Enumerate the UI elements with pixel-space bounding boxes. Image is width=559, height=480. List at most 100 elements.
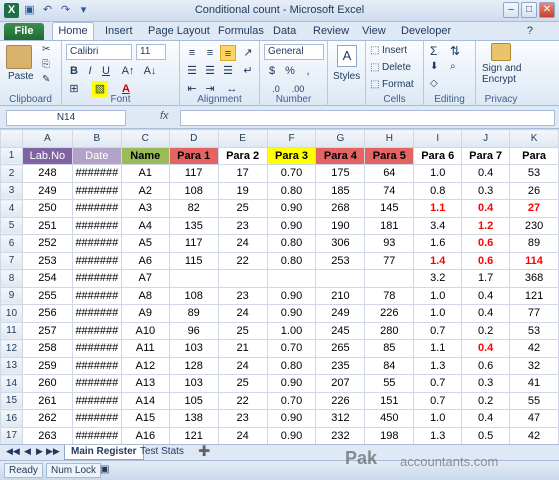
- cell[interactable]: 260: [21, 374, 73, 393]
- cell[interactable]: 0.90: [266, 216, 317, 235]
- cell[interactable]: [364, 269, 415, 288]
- cell[interactable]: A3: [120, 199, 170, 218]
- cell[interactable]: #######: [71, 356, 122, 375]
- cell[interactable]: 17: [217, 164, 268, 183]
- align-center-icon[interactable]: ☰: [202, 63, 218, 79]
- cell[interactable]: 1.0: [413, 286, 463, 305]
- cell[interactable]: 210: [315, 286, 366, 305]
- orientation-icon[interactable]: ↗: [240, 45, 256, 61]
- formula-input[interactable]: [180, 110, 555, 126]
- cell[interactable]: A9: [120, 304, 170, 323]
- cut-icon[interactable]: ✂: [42, 44, 50, 55]
- cell[interactable]: 1.00: [266, 321, 317, 340]
- cell[interactable]: 0.5: [461, 426, 511, 444]
- tab-file[interactable]: File: [4, 23, 44, 40]
- format-painter-icon[interactable]: ✎: [42, 74, 50, 85]
- macro-record-icon[interactable]: ▣: [100, 464, 109, 475]
- grow-font-icon[interactable]: A↑: [120, 63, 136, 79]
- cell[interactable]: 89: [509, 234, 559, 253]
- header-cell[interactable]: Para 7: [461, 146, 511, 165]
- shrink-font-icon[interactable]: A↓: [142, 63, 158, 79]
- cell[interactable]: 24: [217, 304, 268, 323]
- cell[interactable]: [168, 269, 219, 288]
- cell[interactable]: 26: [509, 181, 559, 200]
- cell[interactable]: 1.1: [413, 199, 463, 218]
- cell[interactable]: 121: [509, 286, 559, 305]
- cell[interactable]: 3.2: [413, 269, 463, 288]
- cell[interactable]: 261: [21, 391, 73, 410]
- cell[interactable]: 1.6: [413, 234, 463, 253]
- sort-filter-icon[interactable]: ⇅: [450, 44, 460, 58]
- tab-data[interactable]: Data: [273, 25, 296, 37]
- cell[interactable]: 232: [315, 426, 366, 444]
- cell[interactable]: 306: [315, 234, 366, 253]
- sheet-tab-main-register[interactable]: Main Register: [64, 445, 144, 460]
- cell[interactable]: 47: [509, 409, 559, 428]
- cell[interactable]: 265: [315, 339, 366, 358]
- cell[interactable]: 74: [364, 181, 415, 200]
- cell[interactable]: 198: [364, 426, 415, 444]
- fill-icon[interactable]: ⬇: [430, 61, 438, 72]
- header-cell[interactable]: Para: [509, 146, 559, 165]
- cell[interactable]: 226: [315, 391, 366, 410]
- cell[interactable]: 145: [364, 199, 415, 218]
- font-name-box[interactable]: Calibri: [66, 44, 132, 60]
- cell[interactable]: 0.3: [461, 181, 511, 200]
- header-cell[interactable]: Para 2: [217, 146, 268, 165]
- sign-encrypt-icon[interactable]: [491, 43, 511, 61]
- cell[interactable]: 138: [168, 409, 219, 428]
- format-cells-icon[interactable]: ⬚: [370, 79, 379, 90]
- row-header[interactable]: 3: [0, 181, 23, 200]
- cell[interactable]: 1.1: [413, 339, 463, 358]
- cell[interactable]: 55: [509, 391, 559, 410]
- column-header-b[interactable]: B: [71, 129, 122, 148]
- cell[interactable]: 0.7: [413, 374, 463, 393]
- cell[interactable]: 0.7: [413, 321, 463, 340]
- cell[interactable]: 0.90: [266, 304, 317, 323]
- column-header-f[interactable]: F: [266, 129, 317, 148]
- sheet-nav-next-icon[interactable]: ▶: [36, 446, 43, 457]
- row-header[interactable]: 12: [0, 339, 23, 358]
- cell[interactable]: #######: [71, 269, 122, 288]
- cell[interactable]: 151: [364, 391, 415, 410]
- cell[interactable]: 105: [168, 391, 219, 410]
- cell[interactable]: 0.2: [461, 321, 511, 340]
- cell[interactable]: 248: [21, 164, 73, 183]
- cell[interactable]: 0.4: [461, 339, 511, 358]
- cell[interactable]: 25: [217, 374, 268, 393]
- italic-button[interactable]: I: [82, 63, 98, 79]
- cell[interactable]: A2: [120, 181, 170, 200]
- row-header[interactable]: 16: [0, 409, 23, 428]
- cell[interactable]: 312: [315, 409, 366, 428]
- cell[interactable]: 27: [509, 199, 559, 218]
- align-right-icon[interactable]: ☰: [220, 63, 236, 79]
- header-cell[interactable]: Para 4: [315, 146, 366, 165]
- cell[interactable]: 0.4: [461, 409, 511, 428]
- sheet-nav-prev-icon[interactable]: ◀: [24, 446, 31, 457]
- cell[interactable]: 1.0: [413, 409, 463, 428]
- cell[interactable]: #######: [71, 321, 122, 340]
- wrap-text-icon[interactable]: ↵: [240, 63, 256, 79]
- cell[interactable]: 93: [364, 234, 415, 253]
- header-cell[interactable]: Lab.No: [21, 146, 73, 165]
- clear-icon[interactable]: ◇: [430, 78, 438, 89]
- cell[interactable]: 190: [315, 216, 366, 235]
- cell[interactable]: 0.6: [461, 234, 511, 253]
- cell[interactable]: 25: [217, 199, 268, 218]
- cell[interactable]: 77: [364, 251, 415, 270]
- cell[interactable]: 103: [168, 374, 219, 393]
- format-cells-button[interactable]: Format: [382, 79, 414, 90]
- cell[interactable]: 23: [217, 216, 268, 235]
- column-header-g[interactable]: G: [315, 129, 366, 148]
- column-header-k[interactable]: K: [509, 129, 559, 148]
- cell[interactable]: A11: [120, 339, 170, 358]
- cell[interactable]: 55: [364, 374, 415, 393]
- cell[interactable]: [217, 269, 268, 288]
- cell[interactable]: #######: [71, 216, 122, 235]
- cell[interactable]: 24: [217, 426, 268, 444]
- cell[interactable]: #######: [71, 164, 122, 183]
- bold-button[interactable]: B: [66, 63, 82, 79]
- cell[interactable]: #######: [71, 286, 122, 305]
- cell[interactable]: 1.4: [413, 251, 463, 270]
- tab-page-layout[interactable]: Page Layout: [148, 25, 210, 37]
